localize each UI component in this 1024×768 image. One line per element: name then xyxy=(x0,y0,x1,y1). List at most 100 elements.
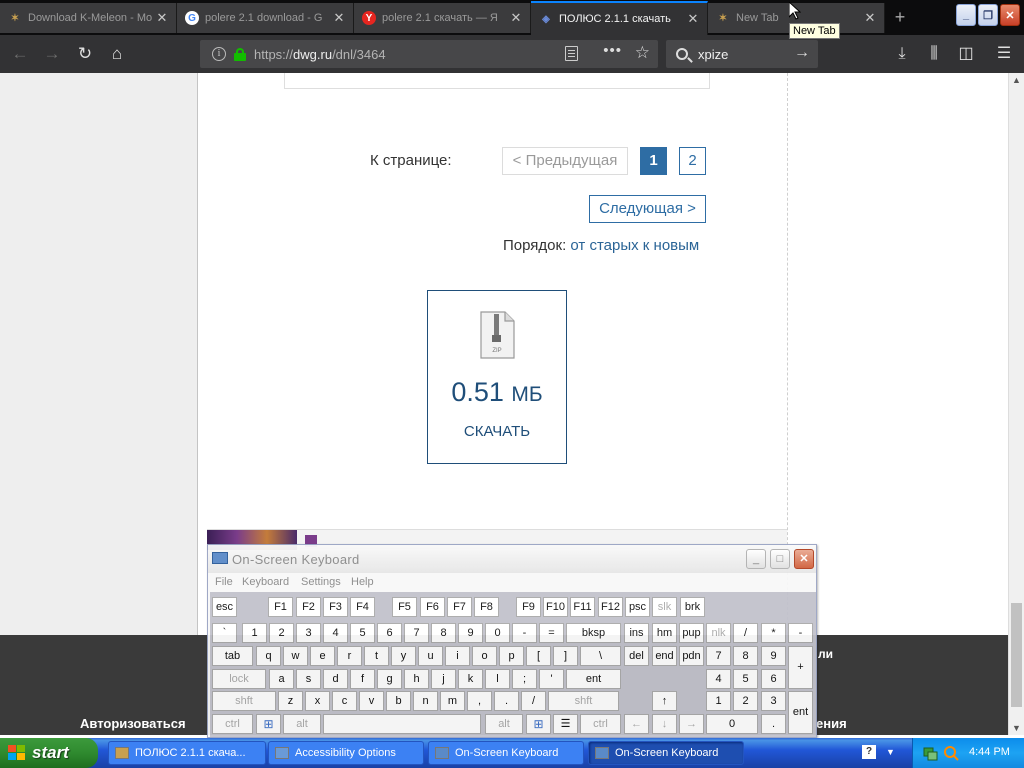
space-key[interactable] xyxy=(323,714,481,734)
menu-settings[interactable]: Settings xyxy=(301,576,341,588)
key-key[interactable]: psc xyxy=(625,597,650,617)
key-key[interactable]: h xyxy=(404,669,429,689)
key-key[interactable]: x xyxy=(305,691,330,711)
key-key[interactable]: 5 xyxy=(350,623,375,643)
osk-maximize-button[interactable]: □ xyxy=(770,549,790,569)
help-icon[interactable]: ? xyxy=(862,745,876,759)
key-key[interactable]: pup xyxy=(679,623,704,643)
key-key[interactable]: 9 xyxy=(458,623,483,643)
key-key[interactable]: 7 xyxy=(706,646,731,666)
next-page-button[interactable]: Следующая > xyxy=(589,195,706,223)
search-go-arrow-icon[interactable]: → xyxy=(794,44,810,62)
tab-google[interactable]: G polere 2.1 download - G ✕ xyxy=(177,3,354,33)
key-key[interactable]: 2 xyxy=(269,623,294,643)
close-icon[interactable]: ✕ xyxy=(331,10,347,26)
close-icon[interactable]: ✕ xyxy=(862,10,878,26)
bookmark-star-icon[interactable]: ☆ xyxy=(635,43,650,63)
key-key[interactable]: o xyxy=(472,646,497,666)
key-key[interactable]: ] xyxy=(553,646,578,666)
key-key[interactable]: ctrl xyxy=(580,714,621,734)
key-key[interactable]: ` xyxy=(212,623,237,643)
key-key[interactable]: [ xyxy=(526,646,551,666)
key-key[interactable]: , xyxy=(467,691,492,711)
key-key[interactable]: 3 xyxy=(296,623,321,643)
key-key[interactable]: F5 xyxy=(392,597,417,617)
key-key[interactable]: b xyxy=(386,691,411,711)
menu-icon[interactable]: ☰ xyxy=(993,43,1015,65)
download-link[interactable]: СКАЧАТЬ xyxy=(428,423,566,440)
key-key[interactable]: . xyxy=(494,691,519,711)
key-key[interactable]: 9 xyxy=(761,646,786,666)
key-key[interactable]: . xyxy=(761,714,786,734)
key-key[interactable]: bksp xyxy=(566,623,621,643)
key-key[interactable]: i xyxy=(445,646,470,666)
osk-close-button[interactable]: ✕ xyxy=(794,549,814,569)
page-2-link[interactable]: 2 xyxy=(679,147,706,175)
key-key[interactable]: ↑ xyxy=(652,691,677,711)
restore-button[interactable]: ❐ xyxy=(978,4,998,26)
close-window-button[interactable]: ✕ xyxy=(1000,4,1020,26)
taskbar-item-osk-2[interactable]: On-Screen Keyboard xyxy=(588,741,744,765)
key-key[interactable]: = xyxy=(539,623,564,643)
key-key[interactable]: 4 xyxy=(706,669,731,689)
key-key[interactable]: d xyxy=(323,669,348,689)
key-key[interactable]: shft xyxy=(548,691,619,711)
key-key[interactable]: ⊞ xyxy=(526,714,551,734)
key-key[interactable]: a xyxy=(269,669,294,689)
key-key[interactable]: k xyxy=(458,669,483,689)
key-key[interactable]: u xyxy=(418,646,443,666)
key-key[interactable]: ⊞ xyxy=(256,714,281,734)
close-icon[interactable]: ✕ xyxy=(508,10,524,26)
key-key[interactable]: t xyxy=(364,646,389,666)
menu-help[interactable]: Help xyxy=(351,576,374,588)
key-key[interactable]: r xyxy=(337,646,362,666)
key-key[interactable]: F10 xyxy=(543,597,568,617)
key-key[interactable]: z xyxy=(278,691,303,711)
key-key[interactable]: ins xyxy=(624,623,649,643)
tab-yandex[interactable]: Y polere 2.1 скачать — Я ✕ xyxy=(354,3,531,33)
address-bar[interactable]: i https://dwg.ru/dnl/3464 ••• ☆ xyxy=(200,40,658,68)
lock-icon[interactable] xyxy=(234,47,246,61)
key-key[interactable]: pdn xyxy=(679,646,704,666)
key-key[interactable]: \ xyxy=(580,646,621,666)
osk-minimize-button[interactable]: _ xyxy=(746,549,766,569)
key-key[interactable]: / xyxy=(521,691,546,711)
key-key[interactable]: ctrl xyxy=(212,714,253,734)
key-key[interactable]: 2 xyxy=(733,691,758,711)
home-icon[interactable]: ⌂ xyxy=(105,42,129,66)
scroll-down-icon[interactable]: ▼ xyxy=(1012,723,1021,733)
key-key[interactable]: ' xyxy=(539,669,564,689)
tray-network-icon[interactable] xyxy=(923,745,939,761)
taskbar-item-osk-1[interactable]: On-Screen Keyboard xyxy=(428,741,584,765)
minimize-button[interactable]: _ xyxy=(956,4,976,26)
start-button[interactable]: start xyxy=(0,738,98,768)
key-key[interactable]: * xyxy=(761,623,786,643)
key-key[interactable]: e xyxy=(310,646,335,666)
taskbar-item-browser[interactable]: ПОЛЮС 2.1.1 скача... xyxy=(108,741,266,765)
library-icon[interactable]: ⫼ xyxy=(923,43,945,65)
key-key[interactable]: F12 xyxy=(598,597,623,617)
key-key[interactable]: F9 xyxy=(516,597,541,617)
downloads-icon[interactable]: ⤓ xyxy=(891,43,913,65)
key-key[interactable]: ; xyxy=(512,669,537,689)
key-key[interactable]: g xyxy=(377,669,402,689)
menu-keyboard[interactable]: Keyboard xyxy=(242,576,289,588)
key-key[interactable]: 0 xyxy=(485,623,510,643)
key-key[interactable]: / xyxy=(733,623,758,643)
key-key[interactable]: + xyxy=(788,646,813,689)
tab-kmeleon[interactable]: ✶ Download K-Meleon - Mo ✕ xyxy=(0,3,177,33)
key-key[interactable]: del xyxy=(624,646,649,666)
key-key[interactable]: F7 xyxy=(447,597,472,617)
key-key[interactable]: y xyxy=(391,646,416,666)
key-key[interactable]: → xyxy=(679,714,704,734)
osk-title-bar[interactable]: On-Screen Keyboard _ □ ✕ xyxy=(208,545,816,573)
key-key[interactable]: 5 xyxy=(733,669,758,689)
key-key[interactable]: lock xyxy=(212,669,266,689)
key-key[interactable]: nlk xyxy=(706,623,731,643)
key-key[interactable]: 6 xyxy=(377,623,402,643)
info-icon[interactable]: i xyxy=(212,47,226,61)
new-tab-button[interactable]: + xyxy=(890,7,910,27)
key-key[interactable]: alt xyxy=(485,714,523,734)
key-key[interactable]: esc xyxy=(212,597,237,617)
sidebar-icon[interactable]: ◫ xyxy=(955,43,977,65)
